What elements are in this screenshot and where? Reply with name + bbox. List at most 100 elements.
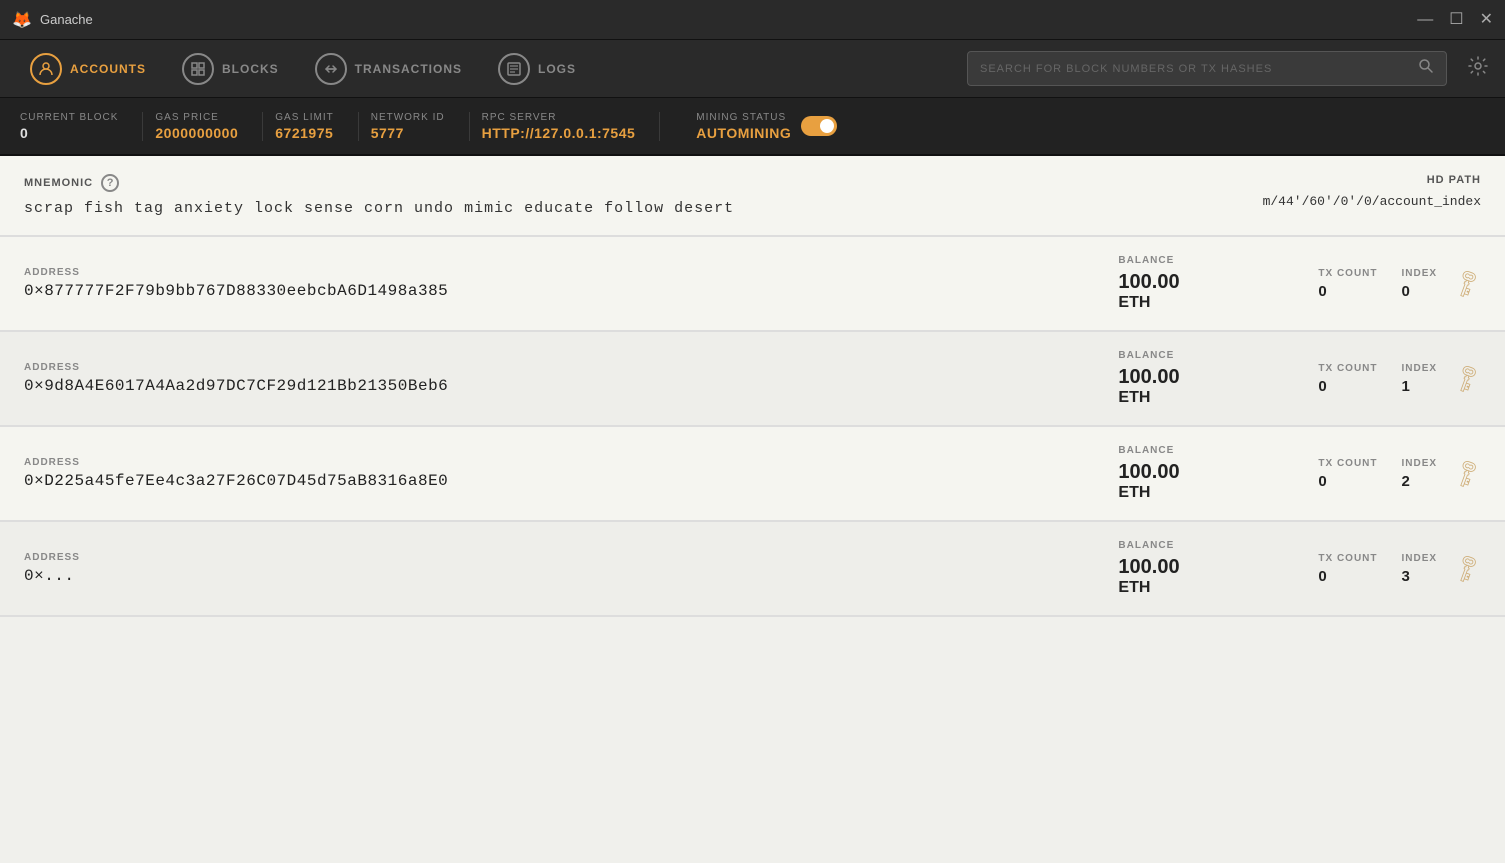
status-gas-price: GAS PRICE 2000000000 bbox=[155, 112, 263, 141]
account-row: ADDRESS 0×9d8A4E6017A4Aa2d97DC7CF29d121B… bbox=[0, 332, 1505, 427]
network-id-value: 5777 bbox=[371, 125, 445, 141]
key-icon[interactable]: 🗝 bbox=[1448, 360, 1485, 396]
account-balance-section: BALANCE 100.00 ETH bbox=[1118, 540, 1318, 597]
account-balance-section: BALANCE 100.00 ETH bbox=[1118, 350, 1318, 407]
close-button[interactable]: ✕ bbox=[1480, 12, 1493, 28]
address-label: ADDRESS bbox=[24, 362, 1118, 373]
logs-label: LOGS bbox=[538, 62, 576, 76]
mnemonic-section: MNEMONIC ? scrap fish tag anxiety lock s… bbox=[0, 156, 1505, 237]
current-block-value: 0 bbox=[20, 125, 118, 141]
account-row: ADDRESS 0×877777F2F79b9bb767D88330eebcbA… bbox=[0, 237, 1505, 332]
tx-count-item: TX COUNT 0 bbox=[1318, 268, 1377, 300]
account-address: 0×9d8A4E6017A4Aa2d97DC7CF29d121Bb21350Be… bbox=[24, 377, 1118, 395]
rpc-server-label: RPC SERVER bbox=[482, 112, 636, 123]
tx-count-item: TX COUNT 0 bbox=[1318, 553, 1377, 585]
index-value: 3 bbox=[1402, 568, 1438, 585]
transactions-icon bbox=[315, 53, 347, 85]
account-meta: TX COUNT 0 INDEX 3 bbox=[1318, 553, 1437, 585]
logs-icon bbox=[498, 53, 530, 85]
mining-toggle[interactable] bbox=[801, 116, 837, 136]
balance-value: 100.00 bbox=[1118, 365, 1318, 389]
balance-unit: ETH bbox=[1118, 579, 1318, 597]
tx-count-value: 0 bbox=[1318, 378, 1377, 395]
search-bar[interactable] bbox=[967, 51, 1447, 86]
index-item: INDEX 0 bbox=[1402, 268, 1438, 300]
transactions-label: TRANSACTIONS bbox=[355, 62, 462, 76]
balance-label: BALANCE bbox=[1118, 445, 1318, 456]
main-content: MNEMONIC ? scrap fish tag anxiety lock s… bbox=[0, 156, 1505, 863]
mnemonic-left: MNEMONIC ? scrap fish tag anxiety lock s… bbox=[24, 174, 1263, 217]
tx-count-value: 0 bbox=[1318, 283, 1377, 300]
account-address: 0×D225a45fe7Ee4c3a27F26C07D45d75aB8316a8… bbox=[24, 472, 1118, 490]
address-label: ADDRESS bbox=[24, 552, 1118, 563]
rpc-server-value: HTTP://127.0.0.1:7545 bbox=[482, 125, 636, 141]
account-row: ADDRESS 0×... BALANCE 100.00 ETH TX COUN… bbox=[0, 522, 1505, 617]
minimize-button[interactable]: — bbox=[1417, 12, 1433, 28]
hd-path-value: m/44'/60'/0'/0/account_index bbox=[1263, 194, 1481, 209]
tx-count-item: TX COUNT 0 bbox=[1318, 363, 1377, 395]
gas-limit-label: GAS LIMIT bbox=[275, 112, 333, 123]
account-left: ADDRESS 0×9d8A4E6017A4Aa2d97DC7CF29d121B… bbox=[24, 362, 1118, 395]
key-icon[interactable]: 🗝 bbox=[1448, 550, 1485, 586]
search-icon bbox=[1418, 58, 1434, 79]
account-address: 0×877777F2F79b9bb767D88330eebcbA6D1498a3… bbox=[24, 282, 1118, 300]
nav-transactions[interactable]: TRANSACTIONS bbox=[301, 47, 476, 91]
tx-count-label: TX COUNT bbox=[1318, 458, 1377, 469]
accounts-label: ACCOUNTS bbox=[70, 62, 146, 76]
blocks-icon bbox=[182, 53, 214, 85]
search-input[interactable] bbox=[980, 63, 1410, 75]
index-value: 1 bbox=[1402, 378, 1438, 395]
top-nav: ACCOUNTS BLOCKS TRANSACTIONS bbox=[0, 40, 1505, 98]
title-bar: 🦊 Ganache — ☐ ✕ bbox=[0, 0, 1505, 40]
gas-limit-value: 6721975 bbox=[275, 125, 333, 141]
tx-count-item: TX COUNT 0 bbox=[1318, 458, 1377, 490]
nav-blocks[interactable]: BLOCKS bbox=[168, 47, 293, 91]
mnemonic-help-icon[interactable]: ? bbox=[101, 174, 119, 192]
balance-unit: ETH bbox=[1118, 389, 1318, 407]
tx-count-value: 0 bbox=[1318, 473, 1377, 490]
balance-value: 100.00 bbox=[1118, 270, 1318, 294]
mnemonic-phrase: scrap fish tag anxiety lock sense corn u… bbox=[24, 200, 1263, 217]
mining-status-label: MINING STATUS bbox=[696, 112, 791, 123]
mnemonic-header: MNEMONIC ? bbox=[24, 174, 1263, 192]
current-block-label: CURRENT BLOCK bbox=[20, 112, 118, 123]
accounts-list: ADDRESS 0×877777F2F79b9bb767D88330eebcbA… bbox=[0, 237, 1505, 617]
nav-accounts[interactable]: ACCOUNTS bbox=[16, 47, 160, 91]
address-label: ADDRESS bbox=[24, 267, 1118, 278]
blocks-label: BLOCKS bbox=[222, 62, 279, 76]
nav-logs[interactable]: LOGS bbox=[484, 47, 590, 91]
balance-value: 100.00 bbox=[1118, 555, 1318, 579]
mnemonic-title: MNEMONIC bbox=[24, 177, 93, 189]
index-label: INDEX bbox=[1402, 553, 1438, 564]
accounts-icon bbox=[30, 53, 62, 85]
gas-price-value: 2000000000 bbox=[155, 125, 238, 141]
key-icon[interactable]: 🗝 bbox=[1448, 265, 1485, 301]
app-title: Ganache bbox=[40, 12, 93, 27]
tx-count-label: TX COUNT bbox=[1318, 363, 1377, 374]
balance-unit: ETH bbox=[1118, 484, 1318, 502]
title-bar-left: 🦊 Ganache bbox=[12, 10, 93, 30]
account-address: 0×... bbox=[24, 567, 1118, 585]
maximize-button[interactable]: ☐ bbox=[1449, 12, 1463, 28]
settings-button[interactable] bbox=[1467, 55, 1489, 83]
network-id-label: NETWORK ID bbox=[371, 112, 445, 123]
index-label: INDEX bbox=[1402, 268, 1438, 279]
status-current-block: CURRENT BLOCK 0 bbox=[20, 112, 143, 141]
mnemonic-right: HD PATH m/44'/60'/0'/0/account_index bbox=[1263, 174, 1481, 209]
key-icon[interactable]: 🗝 bbox=[1448, 455, 1485, 491]
status-rpc-server: RPC SERVER HTTP://127.0.0.1:7545 bbox=[482, 112, 661, 141]
index-value: 2 bbox=[1402, 473, 1438, 490]
status-network-id: NETWORK ID 5777 bbox=[371, 112, 470, 141]
hd-path-title: HD PATH bbox=[1263, 174, 1481, 186]
account-meta: TX COUNT 0 INDEX 2 bbox=[1318, 458, 1437, 490]
account-balance-section: BALANCE 100.00 ETH bbox=[1118, 445, 1318, 502]
tx-count-label: TX COUNT bbox=[1318, 553, 1377, 564]
address-label: ADDRESS bbox=[24, 457, 1118, 468]
status-gas-limit: GAS LIMIT 6721975 bbox=[275, 112, 358, 141]
tx-count-value: 0 bbox=[1318, 568, 1377, 585]
index-value: 0 bbox=[1402, 283, 1438, 300]
account-row: ADDRESS 0×D225a45fe7Ee4c3a27F26C07D45d75… bbox=[0, 427, 1505, 522]
index-label: INDEX bbox=[1402, 458, 1438, 469]
account-balance-section: BALANCE 100.00 ETH bbox=[1118, 255, 1318, 312]
account-left: ADDRESS 0×D225a45fe7Ee4c3a27F26C07D45d75… bbox=[24, 457, 1118, 490]
